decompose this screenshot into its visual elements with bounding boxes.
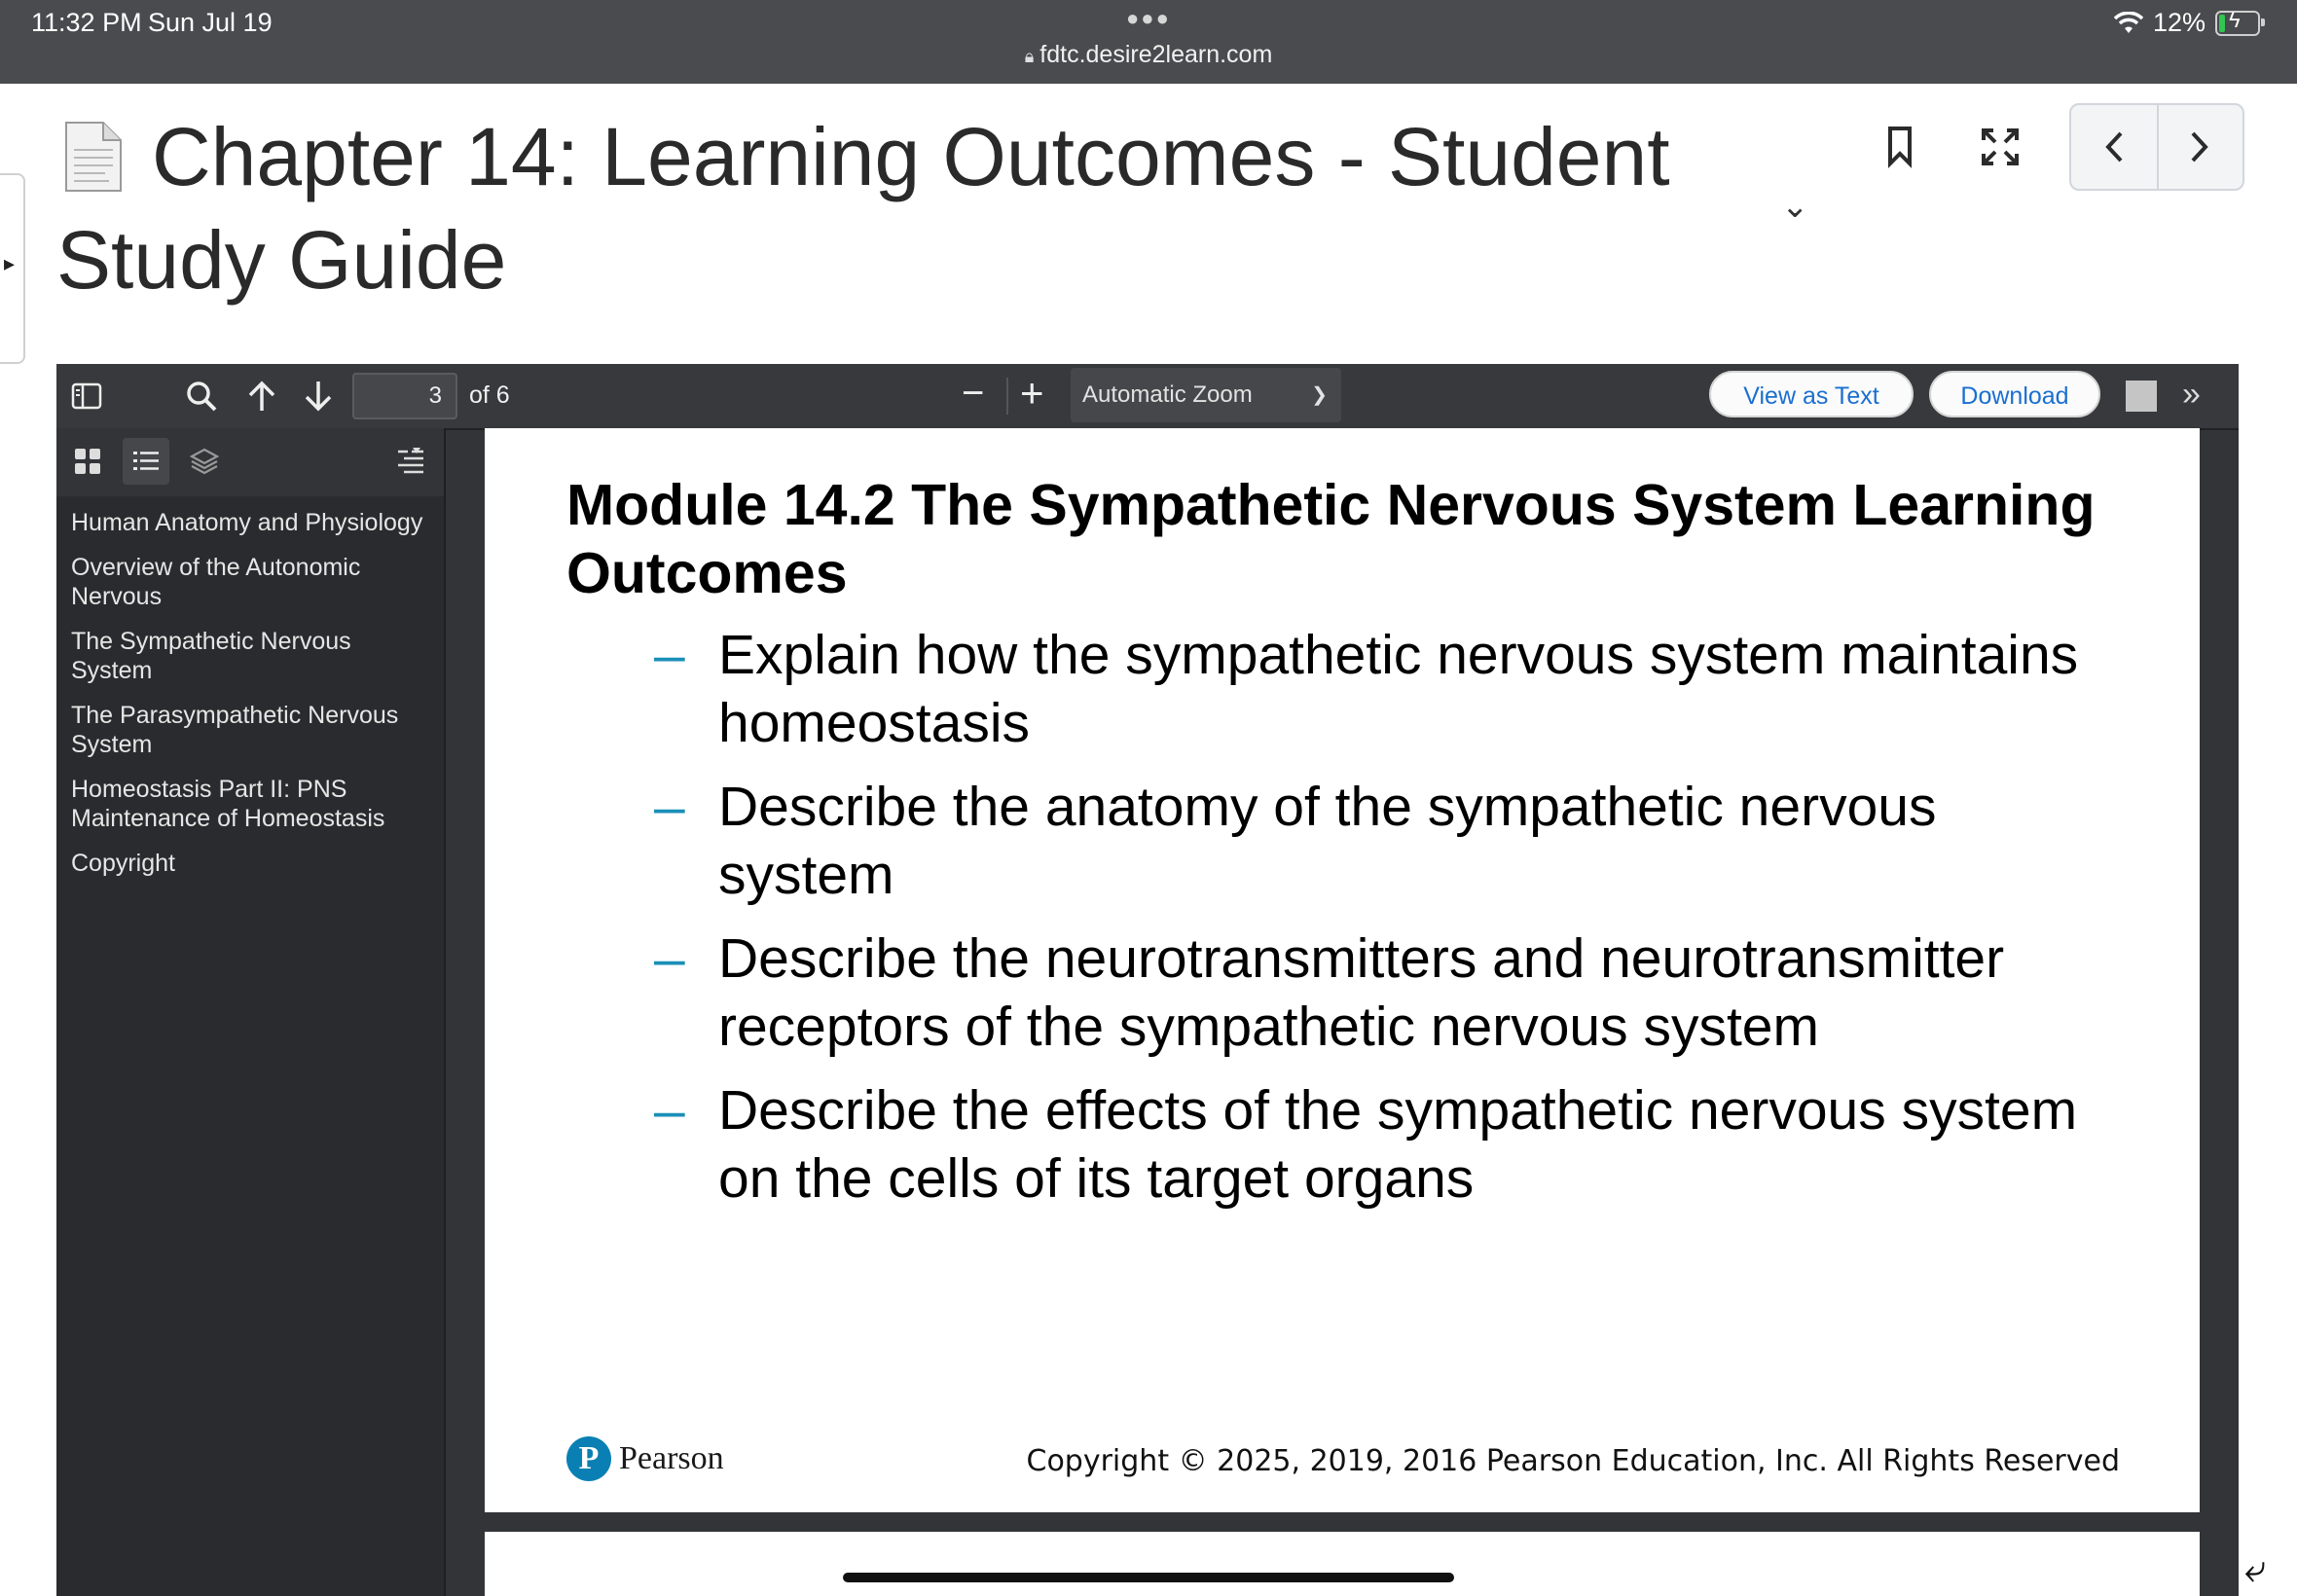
outline-item[interactable]: Copyright <box>71 849 431 878</box>
toolbar-divider <box>1006 378 1008 415</box>
view-as-text-button[interactable]: View as Text <box>1709 371 1914 417</box>
chevron-down-icon[interactable]: ⌄ <box>1781 187 1809 226</box>
address-bar[interactable]: 🔒︎ fdtc.desire2learn.com <box>0 41 2297 69</box>
status-bar: 11:32 PM Sun Jul 19 ●●● 🔒︎ fdtc.desire2le… <box>0 0 2297 84</box>
lock-icon: 🔒︎ <box>1024 47 1035 66</box>
zoom-select[interactable]: Automatic Zoom ❯ <box>1071 368 1341 422</box>
outcome-text: Describe the anatomy of the sympathetic … <box>718 776 1937 906</box>
pearson-logo-icon: P <box>566 1436 611 1481</box>
presentation-mode-icon[interactable] <box>2126 381 2157 412</box>
outline-icon <box>133 452 159 470</box>
status-date: Sun Jul 19 <box>148 8 273 37</box>
outcome-item: – Explain how the sympathetic nervous sys… <box>654 621 2114 757</box>
pearson-logo-text: Pearson <box>619 1440 724 1476</box>
chevron-right-icon <box>2191 131 2208 163</box>
thumbnails-icon <box>75 449 100 474</box>
current-outline-item-icon <box>398 448 423 474</box>
double-chevron-right-icon[interactable]: » <box>2182 376 2201 414</box>
outcome-text: Explain how the sympathetic nervous syst… <box>718 624 2079 754</box>
layers-icon <box>189 448 220 475</box>
zoom-in-button[interactable]: + <box>1020 370 1044 417</box>
document-outline: Human Anatomy and Physiology Overview of… <box>71 508 431 893</box>
battery-percent: 12% <box>2152 8 2206 37</box>
side-panel-toggle[interactable]: ▸ <box>0 173 25 364</box>
sidebar-toggle-icon[interactable] <box>68 378 105 415</box>
outline-item[interactable]: Homeostasis Part II: PNS Maintenance of … <box>71 775 431 833</box>
outline-item[interactable]: The Parasympathetic Nervous System <box>71 701 431 759</box>
page-title: Chapter 14: Learning Outcomes - Student … <box>56 111 1670 306</box>
status-indicators: 12% ϟ <box>2113 8 2265 38</box>
sidebar-view-tabs <box>56 428 444 496</box>
outcome-text: Describe the neurotransmitters and neuro… <box>718 927 2005 1058</box>
topic-navigation <box>2069 103 2244 191</box>
next-pdf-page <box>485 1532 2200 1596</box>
outcome-text: Describe the effects of the sympathetic … <box>718 1079 2078 1210</box>
caret-right-icon: ▸ <box>4 251 16 275</box>
scroll-indicator-icon: ⤶ <box>2244 1547 2267 1590</box>
current-outline-item-button[interactable] <box>387 438 434 485</box>
bullet-dash: – <box>654 776 685 838</box>
zoom-out-button[interactable]: − <box>962 372 984 416</box>
outcome-item: – Describe the anatomy of the sympathetic… <box>654 773 2114 909</box>
chevron-down-icon: ❯ <box>1311 384 1328 406</box>
outline-item[interactable]: Human Anatomy and Physiology <box>71 508 431 537</box>
module-heading: Module 14.2 The Sympathetic Nervous Syst… <box>566 473 2096 605</box>
multitasking-dots-icon[interactable]: ●●● <box>1126 6 1171 31</box>
home-indicator[interactable] <box>843 1573 1454 1582</box>
next-topic-button[interactable] <box>2157 105 2242 189</box>
chevron-left-icon <box>2105 131 2123 163</box>
arrow-up-icon[interactable] <box>243 378 280 415</box>
outline-tab[interactable] <box>123 438 169 485</box>
pdf-page: Module 14.2 The Sympathetic Nervous Syst… <box>485 428 2200 1512</box>
pearson-logo: P Pearson <box>566 1436 724 1481</box>
outline-item[interactable]: The Sympathetic Nervous System <box>71 627 431 685</box>
arrow-down-icon[interactable] <box>300 378 337 415</box>
bullet-dash: – <box>654 927 685 990</box>
wifi-icon <box>2113 11 2143 33</box>
outcome-item: – Describe the neurotransmitters and neur… <box>654 925 2114 1061</box>
zoom-value: Automatic Zoom <box>1082 381 1253 408</box>
pdf-viewer: of 6 − + Automatic Zoom ❯ View as Text D… <box>56 364 2239 1596</box>
download-button[interactable]: Download <box>1929 371 2100 417</box>
search-icon[interactable] <box>183 378 220 415</box>
outcome-item: – Describe the effects of the sympathetic… <box>654 1076 2114 1213</box>
learning-outcomes-list: – Explain how the sympathetic nervous sys… <box>654 621 2114 1228</box>
bullet-dash: – <box>654 1079 685 1142</box>
page-number-input[interactable] <box>352 373 457 419</box>
page-count: of 6 <box>469 381 510 409</box>
bullet-dash: – <box>654 624 685 686</box>
battery-icon: ϟ <box>2215 8 2265 36</box>
outline-item[interactable]: Overview of the Autonomic Nervous <box>71 553 431 611</box>
previous-topic-button[interactable] <box>2071 105 2159 189</box>
bookmark-icon[interactable] <box>1880 123 1919 169</box>
thumbnails-tab[interactable] <box>64 438 111 485</box>
page-copyright: Copyright © 2025, 2019, 2016 Pearson Edu… <box>1026 1444 2121 1478</box>
status-time: 11:32 PM <box>31 8 142 37</box>
fullscreen-icon[interactable] <box>1980 127 2021 167</box>
pdf-sidebar: Human Anatomy and Physiology Overview of… <box>56 428 446 1596</box>
layers-tab[interactable] <box>181 438 228 485</box>
url-text: fdtc.desire2learn.com <box>1039 41 1273 68</box>
pdf-toolbar: of 6 − + Automatic Zoom ❯ View as Text D… <box>56 364 2239 430</box>
